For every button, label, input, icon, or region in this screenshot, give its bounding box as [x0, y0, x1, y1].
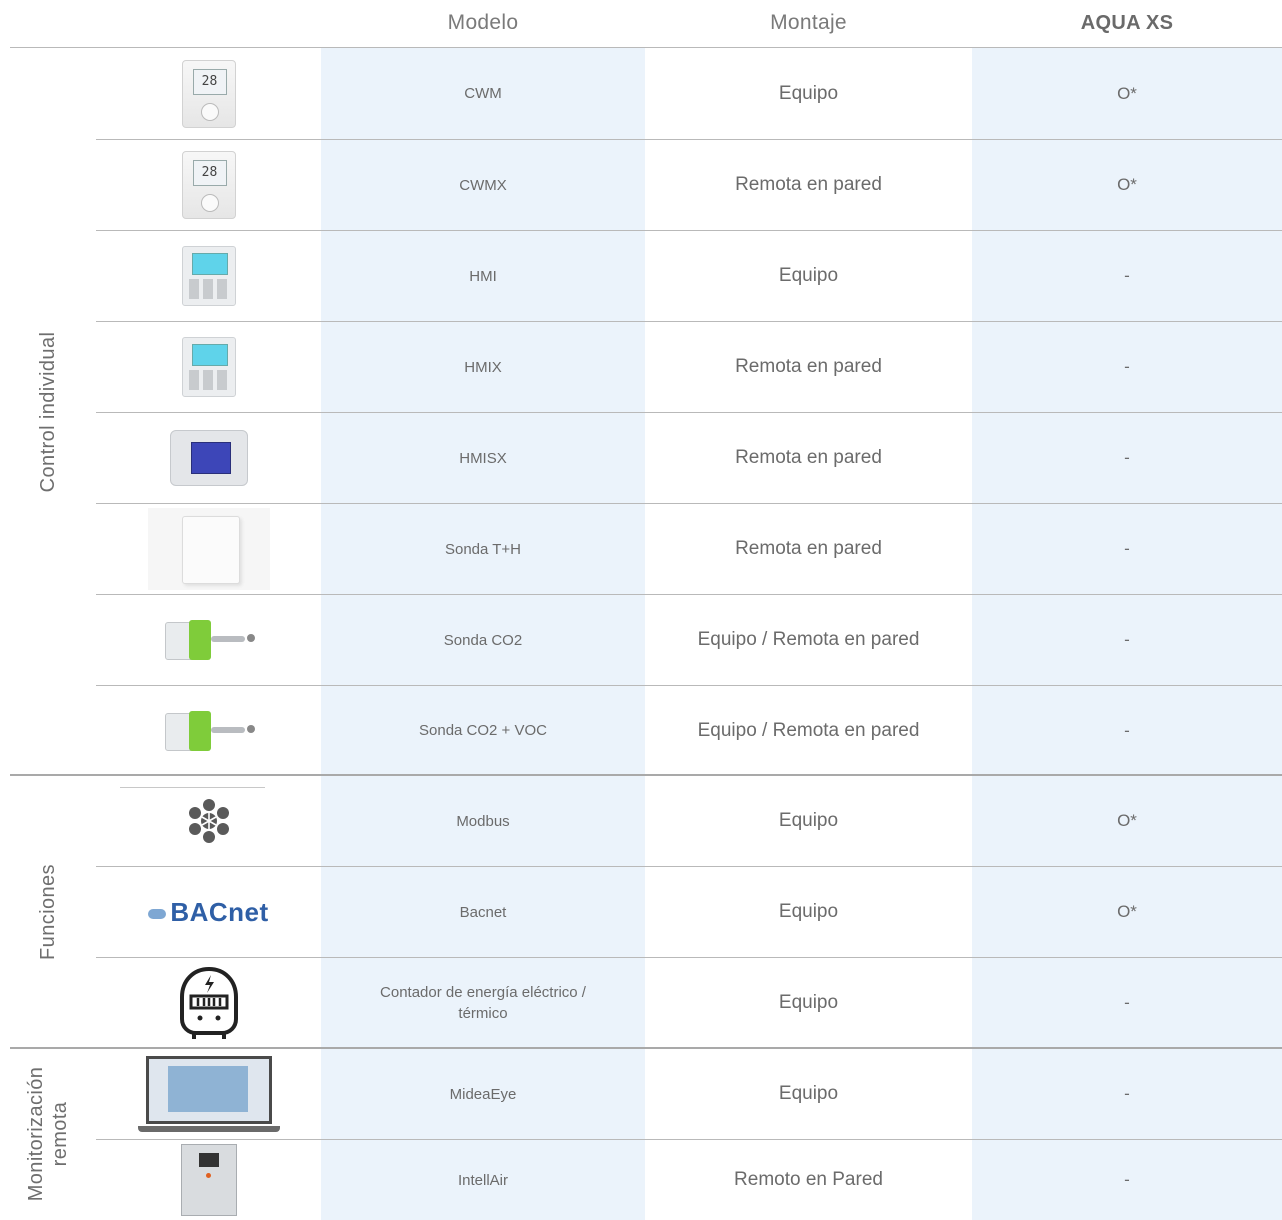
wall-sensor-icon	[147, 508, 270, 590]
table-row: Modbus Equipo O*	[0, 776, 1282, 866]
mounting-cell: Remota en pared	[735, 174, 882, 195]
table-row: MideaEye Equipo -	[0, 1049, 1282, 1139]
table-row: BACnet Bacnet Equipo O*	[0, 867, 1282, 957]
table-row: HMISX Remota en pared -	[0, 413, 1282, 503]
row-image: 28	[96, 140, 321, 230]
model-cell: MideaEye	[449, 1085, 517, 1103]
row-image: BACnet	[96, 867, 321, 957]
control-cabinet-icon	[180, 1144, 237, 1216]
mounting-cell: Remota en pared	[735, 356, 882, 377]
model-cell: CWM	[464, 85, 502, 102]
mounting-cell: Remoto en Pared	[734, 1169, 883, 1190]
header-model: Modelo	[447, 11, 519, 34]
row-image	[96, 958, 321, 1047]
mounting-cell: Equipo / Remota en pared	[697, 719, 920, 741]
aqua-cell: -	[1124, 630, 1130, 649]
co2-probe-icon	[161, 701, 257, 761]
model-cell: Bacnet	[459, 903, 507, 921]
aqua-cell: O*	[1117, 83, 1137, 103]
hmi-panel-icon	[181, 337, 236, 397]
table-row: Sonda T+H Remota en pared -	[0, 504, 1282, 594]
model-cell: IntellAir	[457, 1171, 509, 1189]
model-cell: HMIX	[464, 358, 502, 376]
hmisx-panel-icon	[169, 430, 248, 486]
model-cell: HMISX	[459, 449, 507, 467]
aqua-cell: -	[1124, 266, 1130, 285]
table-row: IntellAir Remoto en Pared -	[0, 1140, 1282, 1220]
aqua-cell: -	[1124, 720, 1130, 740]
laptop-icon	[137, 1052, 280, 1136]
mounting-cell: Equipo	[778, 991, 839, 1013]
aqua-cell: -	[1124, 1170, 1130, 1189]
thermostat-icon: 28	[181, 151, 236, 219]
mounting-cell: Equipo	[778, 810, 839, 831]
aqua-cell: -	[1124, 1084, 1130, 1103]
mounting-cell: Equipo	[778, 265, 839, 286]
aqua-cell: -	[1124, 448, 1130, 467]
co2-probe-icon	[161, 610, 257, 670]
row-image	[96, 686, 321, 775]
row-image	[96, 231, 321, 321]
model-cell: CWMX	[459, 176, 507, 194]
table-row: HMI Equipo -	[0, 231, 1282, 321]
mounting-cell: Equipo	[778, 901, 839, 922]
aqua-cell: -	[1124, 357, 1130, 376]
header-aqua-xs: AQUA XS	[1080, 12, 1174, 34]
header-mounting: Montaje	[770, 11, 847, 34]
row-image	[96, 1049, 321, 1139]
row-image: 28	[96, 48, 321, 139]
row-image	[96, 413, 321, 503]
table-row: HMIX Remota en pared -	[0, 322, 1282, 412]
mounting-cell: Remota en pared	[735, 447, 882, 468]
aqua-cell: O*	[1117, 902, 1137, 921]
model-cell: Sonda CO2	[443, 631, 523, 649]
row-image	[96, 595, 321, 685]
row-image	[96, 1140, 321, 1220]
model-cell: HMI	[469, 267, 497, 285]
model-cell: Sonda T+H	[444, 540, 522, 558]
row-image	[96, 322, 321, 412]
bacnet-logo-icon: BACnet	[148, 897, 268, 928]
energy-meter-icon	[179, 966, 238, 1039]
table-row: 28 CWM Equipo O*	[0, 48, 1282, 139]
row-image	[96, 776, 321, 866]
model-cell: Sonda CO2 + VOC	[419, 722, 547, 739]
table-row: Sonda CO2 + VOC Equipo / Remota en pared…	[0, 686, 1282, 775]
comparison-table: Modelo Montaje AQUA XS Control individua…	[0, 0, 1282, 1220]
mounting-cell: Equipo	[778, 1083, 839, 1104]
mounting-cell: Equipo / Remota en pared	[697, 629, 920, 650]
hmi-panel-icon	[181, 246, 236, 306]
aqua-cell: O*	[1117, 175, 1137, 194]
mounting-cell: Remota en pared	[735, 538, 882, 559]
model-cell: Modbus	[456, 812, 510, 830]
modbus-icon	[188, 799, 229, 843]
aqua-cell: O*	[1117, 811, 1137, 830]
mounting-cell: Equipo	[778, 82, 839, 104]
model-cell: Contador de energía eléctrico / térmico	[380, 983, 586, 1022]
row-image	[96, 504, 321, 594]
aqua-cell: -	[1124, 992, 1130, 1012]
table-row: 28 CWMX Remota en pared O*	[0, 140, 1282, 230]
table-row: Contador de energía eléctrico / térmico …	[0, 958, 1282, 1047]
table-row: Sonda CO2 Equipo / Remota en pared -	[0, 595, 1282, 685]
aqua-cell: -	[1124, 539, 1130, 558]
thermostat-icon: 28	[181, 59, 236, 128]
